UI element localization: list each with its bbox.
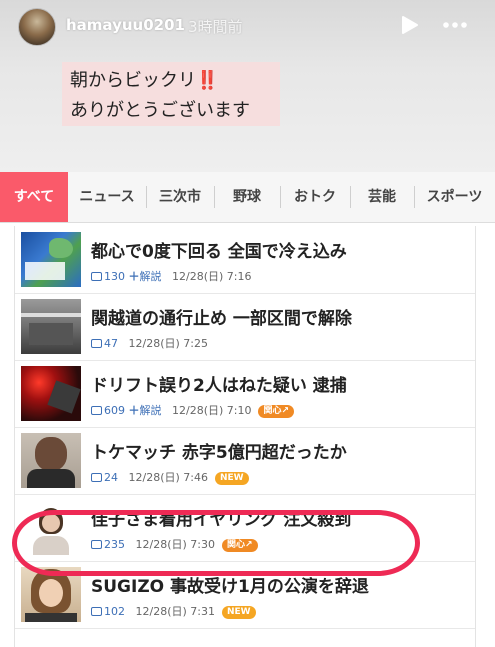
new-badge: NEW — [221, 606, 256, 619]
story-header: hamayuu0201 3時間前 朝からビックリ‼️ ありがとうございます — [0, 0, 495, 172]
news-thumbnail-person — [21, 433, 81, 488]
more-icon[interactable] — [440, 14, 470, 36]
news-date: 12/28(日) 7:10 — [172, 404, 252, 417]
news-meta: 102 12/28(日) 7:31 NEW — [91, 603, 256, 619]
news-item[interactable]: 関越道の通行止め 一部区間で解除 47 12/28(日) 7:25 — [15, 293, 475, 361]
comment-icon — [91, 339, 102, 348]
kaisetsu-label: 解説 — [139, 404, 162, 417]
news-title: 関越道の通行止め 一部区間で解除 — [91, 309, 352, 329]
play-icon[interactable] — [398, 14, 420, 36]
comment-count: 130 — [104, 270, 125, 283]
comment-count: 102 — [104, 605, 125, 618]
caption-line-2: ありがとうございます — [70, 100, 250, 121]
news-thumbnail-princess — [21, 500, 81, 555]
news-title: 佳子さま着用イヤリング 注文殺到 — [91, 510, 352, 530]
news-title: SUGIZO 事故受け1月の公演を辞退 — [91, 577, 369, 597]
news-thumbnail-highway — [21, 299, 81, 354]
news-date: 12/28(日) 7:25 — [128, 337, 208, 350]
tab-sports[interactable]: スポーツ — [414, 172, 495, 222]
kaisetsu-label: 解説 — [139, 270, 162, 283]
news-date: 12/28(日) 7:16 — [172, 270, 252, 283]
comment-icon — [91, 406, 102, 415]
story-time: 3時間前 — [188, 18, 243, 36]
news-thumbnail-police-light — [21, 366, 81, 421]
news-date: 12/28(日) 7:46 — [128, 471, 208, 484]
comment-count: 47 — [104, 337, 118, 350]
news-title: 都心で0度下回る 全国で冷え込み — [91, 242, 347, 262]
news-date: 12/28(日) 7:31 — [135, 605, 215, 618]
category-tabs: すべて ニュース 三次市 野球 おトク 芸能 スポーツ — [0, 172, 495, 223]
story-username[interactable]: hamayuu0201 — [66, 16, 185, 34]
news-list: 都心で0度下回る 全国で冷え込み 130 ＋解説 12/28(日) 7:16 関… — [14, 226, 476, 647]
news-date: 12/28(日) 7:30 — [135, 538, 215, 551]
avatar[interactable] — [18, 8, 56, 46]
tab-baseball[interactable]: 野球 — [214, 172, 280, 222]
news-item[interactable]: SUGIZO 事故受け1月の公演を辞退 102 12/28(日) 7:31 NE… — [15, 561, 475, 629]
comment-icon — [91, 272, 102, 281]
news-meta: 24 12/28(日) 7:46 NEW — [91, 469, 249, 485]
interest-badge: 関心↗ — [221, 539, 258, 552]
news-meta: 47 12/28(日) 7:25 — [91, 335, 208, 351]
tab-entertainment[interactable]: 芸能 — [350, 172, 414, 222]
plus-mark: ＋ — [128, 404, 140, 417]
tab-news[interactable]: ニュース — [68, 172, 146, 222]
news-item[interactable]: ドリフト誤り2人はねた疑い 逮捕 609 ＋解説 12/28(日) 7:10 関… — [15, 360, 475, 428]
news-title: ドリフト誤り2人はねた疑い 逮捕 — [91, 376, 347, 396]
comment-count: 24 — [104, 471, 118, 484]
comment-icon — [91, 607, 102, 616]
comment-count: 609 — [104, 404, 125, 417]
story-caption: 朝からビックリ‼️ ありがとうございます — [62, 62, 280, 126]
tab-miyoshi[interactable]: 三次市 — [146, 172, 214, 222]
caption-line-1: 朝からビックリ — [70, 70, 196, 91]
news-meta: 609 ＋解説 12/28(日) 7:10 関心↗ — [91, 402, 295, 418]
comment-count: 235 — [104, 538, 125, 551]
comment-icon — [91, 540, 102, 549]
news-meta: 130 ＋解説 12/28(日) 7:16 — [91, 268, 251, 284]
plus-mark: ＋ — [128, 270, 140, 283]
news-item[interactable]: トケマッチ 赤字5億円超だったか 24 12/28(日) 7:46 NEW — [15, 427, 475, 495]
news-thumbnail-musician — [21, 567, 81, 622]
comment-icon — [91, 473, 102, 482]
interest-badge: 関心↗ — [258, 405, 295, 418]
news-item[interactable]: 佳子さま着用イヤリング 注文殺到 235 12/28(日) 7:30 関心↗ — [15, 494, 475, 562]
tab-deals[interactable]: おトク — [280, 172, 350, 222]
tab-all[interactable]: すべて — [0, 172, 68, 222]
caption-emoji: ‼️ — [196, 70, 219, 91]
new-badge: NEW — [214, 472, 249, 485]
news-item[interactable]: 都心で0度下回る 全国で冷え込み 130 ＋解説 12/28(日) 7:16 — [15, 226, 475, 294]
news-title: トケマッチ 赤字5億円超だったか — [91, 443, 347, 463]
news-meta: 235 12/28(日) 7:30 関心↗ — [91, 536, 258, 552]
news-thumbnail-weather-map — [21, 232, 81, 287]
news-app-screenshot: すべて ニュース 三次市 野球 おトク 芸能 スポーツ 都心で0度下回る 全国で… — [0, 172, 495, 647]
